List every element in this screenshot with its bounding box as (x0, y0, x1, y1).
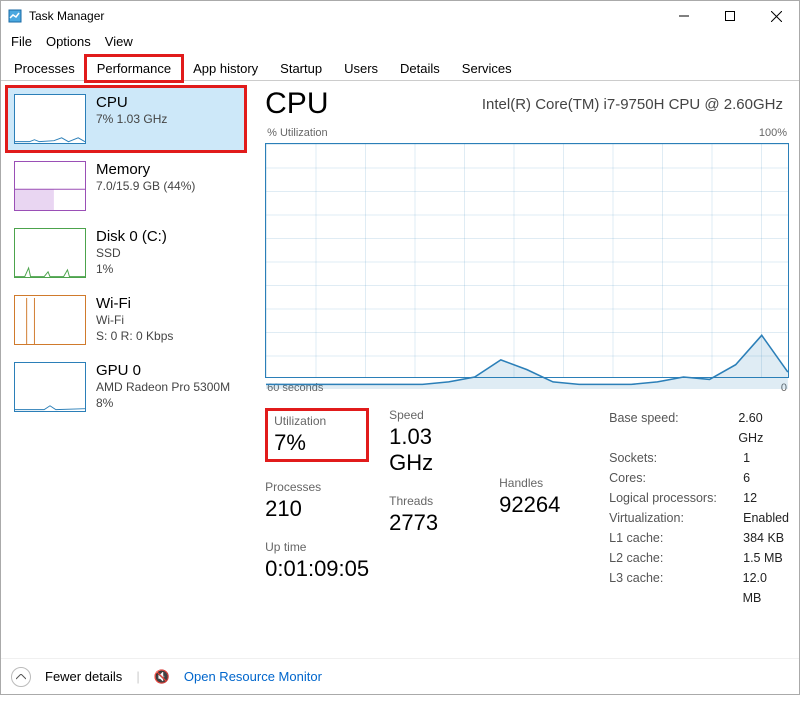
monitor-icon: 🔇 (154, 669, 170, 685)
stat-threads: Threads 2773 (389, 494, 479, 536)
stats-area: Utilization 7% Processes 210 Up time 0:0… (265, 408, 789, 608)
app-icon (7, 8, 23, 24)
window-title: Task Manager (29, 9, 104, 23)
open-resource-monitor-link[interactable]: Open Resource Monitor (184, 669, 322, 684)
sidebar: CPU 7% 1.03 GHz Memory 7.0/15.9 GB (44%) (1, 81, 251, 658)
sidebar-item-label: Memory (96, 161, 195, 178)
sidebar-item-wifi[interactable]: Wi-Fi Wi-Fi S: 0 R: 0 Kbps (7, 288, 245, 352)
stat-handles: Handles 92264 (499, 476, 589, 518)
task-manager-window: Task Manager File Options View Processes… (0, 0, 800, 695)
body: CPU 7% 1.03 GHz Memory 7.0/15.9 GB (44%) (1, 81, 799, 658)
stat-processes: Processes 210 (265, 480, 369, 522)
menu-bar: File Options View (1, 31, 799, 51)
close-button[interactable] (753, 1, 799, 31)
sidebar-item-disk[interactable]: Disk 0 (C:) SSD 1% (7, 221, 245, 285)
sidebar-item-cpu[interactable]: CPU 7% 1.03 GHz (7, 87, 245, 151)
cpu-thumb-icon (14, 94, 86, 144)
sidebar-item-label: GPU 0 (96, 362, 230, 379)
tab-processes[interactable]: Processes (3, 56, 86, 81)
title-bar: Task Manager (1, 1, 799, 31)
sidebar-item-memory[interactable]: Memory 7.0/15.9 GB (44%) (7, 154, 245, 218)
spec-row: L2 cache:1.5 MB (609, 548, 789, 568)
tab-strip: Processes Performance App history Startu… (1, 53, 799, 81)
spec-row: L1 cache:384 KB (609, 528, 789, 548)
sidebar-item-gpu[interactable]: GPU 0 AMD Radeon Pro 5300M 8% (7, 355, 245, 419)
tab-app-history[interactable]: App history (182, 56, 269, 81)
tab-details[interactable]: Details (389, 56, 451, 81)
sidebar-item-sub: Wi-Fi S: 0 R: 0 Kbps (96, 312, 173, 344)
tab-users[interactable]: Users (333, 56, 389, 81)
axis-label-tr: 100% (759, 127, 787, 139)
footer-bar: Fewer details | 🔇 Open Resource Monitor (1, 658, 799, 694)
memory-thumb-icon (14, 161, 86, 211)
spec-row: Sockets:1 (609, 448, 789, 468)
sidebar-item-label: CPU (96, 94, 167, 111)
sidebar-item-sub: SSD 1% (96, 245, 167, 277)
stat-speed: Speed 1.03 GHz (389, 408, 479, 476)
spec-row: Base speed:2.60 GHz (609, 408, 789, 448)
tab-performance[interactable]: Performance (86, 56, 182, 81)
spec-row: Virtualization:Enabled (609, 508, 789, 528)
sidebar-item-sub: 7% 1.03 GHz (96, 111, 167, 127)
sidebar-item-label: Disk 0 (C:) (96, 228, 167, 245)
spec-row: L3 cache:12.0 MB (609, 568, 789, 608)
fewer-details-button[interactable]: Fewer details (45, 669, 122, 684)
spec-table: Base speed:2.60 GHzSockets:1Cores:6Logic… (609, 408, 789, 608)
stat-utilization: Utilization 7% (265, 408, 369, 462)
menu-file[interactable]: File (5, 34, 38, 49)
minimize-button[interactable] (661, 1, 707, 31)
spec-row: Cores:6 (609, 468, 789, 488)
stat-uptime: Up time 0:01:09:05 (265, 540, 369, 582)
chevron-up-icon[interactable] (11, 667, 31, 687)
sidebar-item-sub: AMD Radeon Pro 5300M 8% (96, 379, 230, 411)
axis-label-tl: % Utilization (267, 127, 328, 139)
tab-services[interactable]: Services (451, 56, 523, 81)
main-panel: CPU Intel(R) Core(TM) i7-9750H CPU @ 2.6… (251, 81, 799, 658)
spec-row: Logical processors:12 (609, 488, 789, 508)
maximize-button[interactable] (707, 1, 753, 31)
disk-thumb-icon (14, 228, 86, 278)
menu-options[interactable]: Options (40, 34, 97, 49)
gpu-thumb-icon (14, 362, 86, 412)
cpu-utilization-chart[interactable] (265, 143, 789, 378)
tab-startup[interactable]: Startup (269, 56, 333, 81)
page-title: CPU (265, 87, 328, 121)
sidebar-item-label: Wi-Fi (96, 295, 173, 312)
wifi-thumb-icon (14, 295, 86, 345)
window-controls (661, 1, 799, 31)
main-header: CPU Intel(R) Core(TM) i7-9750H CPU @ 2.6… (265, 87, 789, 121)
cpu-model: Intel(R) Core(TM) i7-9750H CPU @ 2.60GHz (482, 96, 783, 113)
sidebar-item-sub: 7.0/15.9 GB (44%) (96, 178, 195, 194)
menu-view[interactable]: View (99, 34, 139, 49)
